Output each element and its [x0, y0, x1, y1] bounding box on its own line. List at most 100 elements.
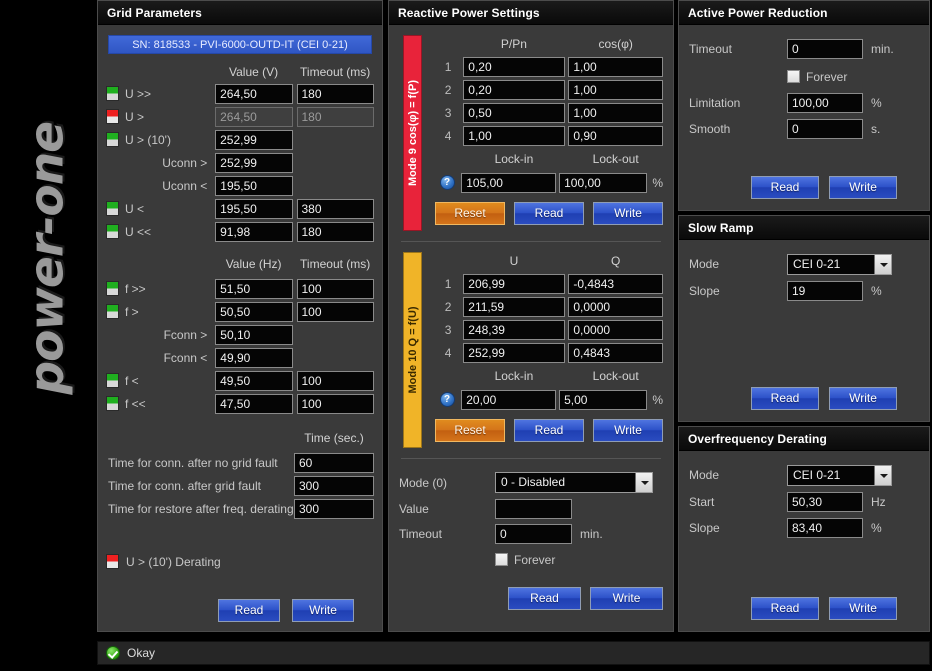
apr-timeout-input[interactable]: [787, 39, 863, 59]
time-grid-fault-input[interactable]: [294, 475, 374, 496]
freq-value-input[interactable]: [215, 370, 293, 391]
mode10-lockin-input[interactable]: [461, 389, 556, 410]
table-row: 2: [433, 295, 663, 318]
mode9-cosphi-input[interactable]: [568, 102, 663, 123]
mode10-u-input[interactable]: [463, 342, 565, 363]
fconn-low-input[interactable]: [215, 347, 293, 368]
table-row: f <: [106, 369, 375, 392]
mode0-timeout-input[interactable]: [495, 523, 572, 544]
apr-read-button[interactable]: Read: [751, 176, 819, 199]
freq-timeout-header: Timeout (ms): [300, 257, 371, 271]
freq-timeout-input[interactable]: [296, 393, 375, 414]
mode9-lock-row: ? %: [433, 171, 663, 194]
mode10-u-input[interactable]: [463, 296, 565, 317]
mode9-cosphi-input[interactable]: [568, 79, 663, 100]
voltage-value-input[interactable]: [215, 83, 293, 104]
mode9-write-button[interactable]: Write: [593, 202, 663, 225]
freq-value-input[interactable]: [215, 301, 293, 322]
mode10-write-button[interactable]: Write: [593, 419, 663, 442]
apr-smooth-input[interactable]: [787, 119, 863, 139]
chevron-down-icon[interactable]: [874, 465, 891, 485]
ofd-read-button[interactable]: Read: [751, 597, 819, 620]
mode10-read-button[interactable]: Read: [514, 419, 584, 442]
voltage-value-input[interactable]: [215, 129, 293, 150]
mode9-read-button[interactable]: Read: [514, 202, 584, 225]
mode0-read-button[interactable]: Read: [508, 587, 581, 610]
help-icon[interactable]: ?: [439, 175, 455, 190]
fconn-high-input[interactable]: [215, 324, 293, 345]
freq-value-input[interactable]: [215, 278, 293, 299]
mode10-q-input[interactable]: [568, 319, 663, 340]
table-row: U > (10'): [106, 128, 374, 151]
voltage-value-input[interactable]: [215, 221, 293, 242]
mode10-q-input[interactable]: [568, 273, 663, 294]
ofd-mode-label: Mode: [689, 468, 720, 482]
mode10-col1-header: U: [509, 254, 519, 268]
voltage-timeout-input[interactable]: [296, 221, 375, 242]
mode9-lockout-input[interactable]: [559, 172, 648, 193]
ofd-slope-input[interactable]: [787, 518, 863, 538]
row-label: Fconn <: [163, 350, 208, 365]
time-no-grid-fault-input[interactable]: [294, 452, 374, 473]
mode10-lock-unit: %: [652, 392, 663, 407]
chevron-down-icon[interactable]: [874, 254, 891, 274]
status-led-green: [106, 373, 119, 388]
freq-timeout-input[interactable]: [296, 278, 375, 299]
mode9-cosphi-input[interactable]: [568, 125, 663, 146]
voltage-value-input[interactable]: [215, 198, 293, 219]
apr-forever-checkbox[interactable]: Forever: [787, 70, 847, 84]
slow-ramp-read-button[interactable]: Read: [751, 387, 819, 410]
ofd-start-input[interactable]: [787, 492, 863, 512]
uconn-high-input[interactable]: [215, 152, 293, 173]
table-row: U <<: [106, 220, 375, 243]
derating-indicator-row: U > (10') Derating: [106, 550, 374, 573]
ofd-slope-label: Slope: [689, 521, 720, 535]
mode9-cosphi-input[interactable]: [568, 56, 663, 77]
ofd-mode-dropdown[interactable]: CEI 0-21: [787, 464, 892, 486]
status-led-placeholder: [106, 350, 119, 365]
mode10-reset-button[interactable]: Reset: [435, 419, 505, 442]
apr-forever-label: Forever: [806, 69, 848, 84]
grid-read-button[interactable]: Read: [218, 599, 280, 622]
slow-ramp-slope-input[interactable]: [787, 281, 863, 301]
mode10-u-input[interactable]: [463, 319, 565, 340]
apr-timeout-unit: min.: [871, 42, 894, 56]
mode9-ppn-input[interactable]: [463, 79, 565, 100]
help-icon[interactable]: ?: [439, 392, 455, 407]
mode9-lockin-input[interactable]: [461, 172, 556, 193]
mode0-value-input[interactable]: [495, 498, 572, 519]
mode0-dropdown[interactable]: 0 - Disabled: [495, 472, 653, 493]
apr-limitation-unit: %: [871, 96, 882, 110]
uconn-low-input[interactable]: [215, 175, 293, 196]
checkbox-icon[interactable]: [495, 553, 508, 566]
mode9-ppn-input[interactable]: [463, 102, 565, 123]
serial-number-banner: SN: 818533 - PVI-6000-OUTD-IT (CEI 0-21): [108, 35, 372, 54]
freq-value-input[interactable]: [215, 393, 293, 414]
mode0-forever-checkbox[interactable]: Forever: [495, 553, 555, 567]
ofd-write-button[interactable]: Write: [829, 597, 897, 620]
mode10-q-input[interactable]: [568, 296, 663, 317]
apr-limitation-input[interactable]: [787, 93, 863, 113]
freq-timeout-input[interactable]: [296, 370, 375, 391]
voltage-timeout-input[interactable]: [296, 83, 375, 104]
apr-write-button[interactable]: Write: [829, 176, 897, 199]
mode9-ppn-input[interactable]: [463, 125, 565, 146]
slow-ramp-mode-dropdown[interactable]: CEI 0-21: [787, 253, 892, 275]
mode9-reset-button[interactable]: Reset: [435, 202, 505, 225]
mode10-u-input[interactable]: [463, 273, 565, 294]
mode10-q-input[interactable]: [568, 342, 663, 363]
time-restore-derating-input[interactable]: [294, 498, 374, 519]
slow-ramp-write-button[interactable]: Write: [829, 387, 897, 410]
checkbox-icon[interactable]: [787, 70, 800, 83]
mode9-ppn-input[interactable]: [463, 56, 565, 77]
slow-ramp-title: Slow Ramp: [679, 216, 929, 240]
freq-timeout-input[interactable]: [296, 301, 375, 322]
mode10-lockout-input[interactable]: [559, 389, 648, 410]
mode0-write-button[interactable]: Write: [590, 587, 663, 610]
application-window: power-one Grid Parameters SN: 818533 - P…: [0, 0, 932, 671]
mode10-section: Mode 10 Q = f(U) U Q 1 206,99 -0,4843 2 …: [399, 250, 663, 450]
grid-write-button[interactable]: Write: [292, 599, 354, 622]
chevron-down-icon[interactable]: [635, 473, 652, 492]
voltage-timeout-input[interactable]: [296, 198, 375, 219]
table-row: Fconn <: [106, 346, 374, 369]
